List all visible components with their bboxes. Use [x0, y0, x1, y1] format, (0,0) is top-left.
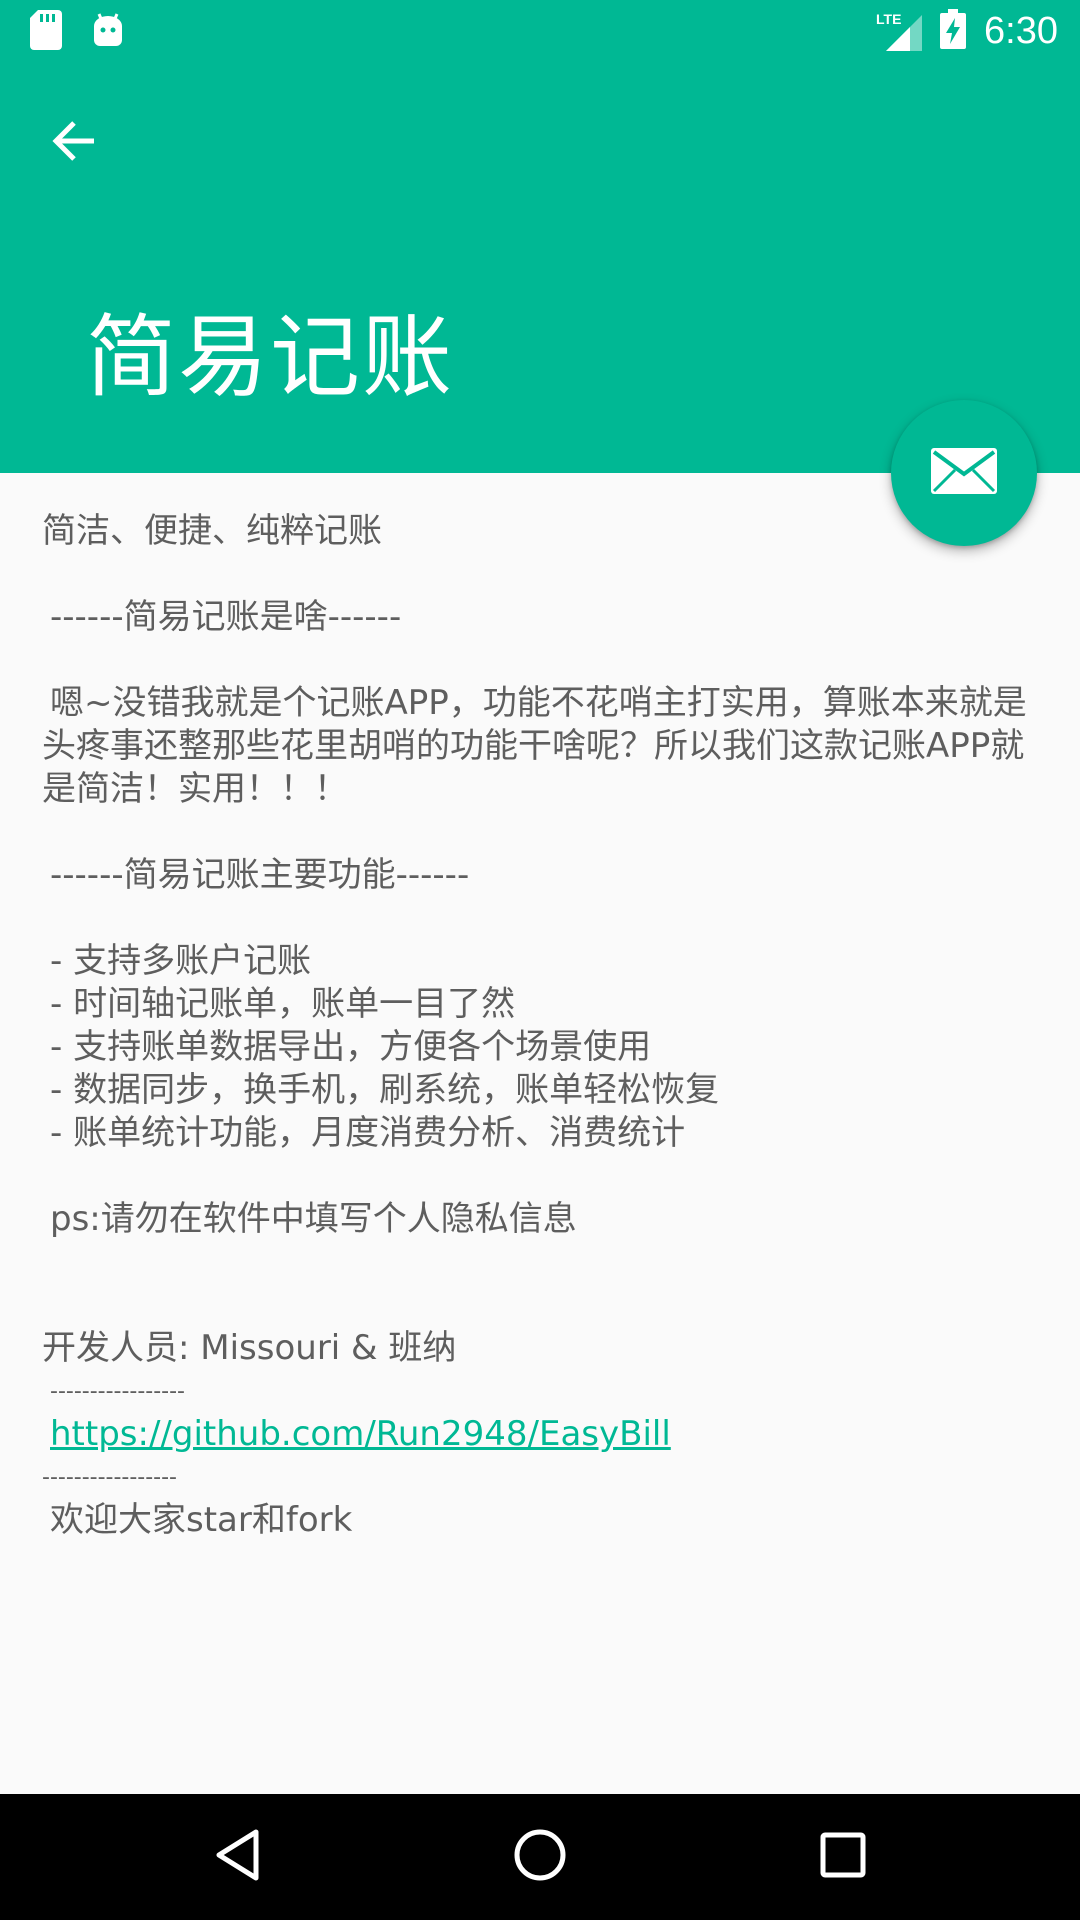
feature-item: - 账单统计功能，月度消费分析、消费统计	[50, 1113, 686, 1153]
battery-charging-icon	[940, 9, 967, 53]
developers: 开发人员: Missouri & 班纳	[42, 1328, 457, 1368]
nav-back-button[interactable]	[205, 1824, 271, 1890]
arrow-back-icon	[50, 117, 98, 169]
mail-icon	[931, 448, 997, 498]
feature-item: - 数据同步，换手机，刷系统，账单轻松恢复	[50, 1070, 720, 1110]
separator: -----------------	[50, 1379, 185, 1404]
welcome-text: 欢迎大家star和fork	[50, 1500, 353, 1540]
status-left	[30, 10, 124, 54]
nav-recents-button[interactable]	[810, 1824, 876, 1890]
feature-item: - 时间轴记账单，账单一目了然	[50, 984, 516, 1024]
tagline: 简洁、便捷、纯粹记账	[42, 511, 382, 551]
nav-home-button[interactable]	[507, 1824, 573, 1890]
about-content: 简洁、便捷、纯粹记账 ------简易记账是啥------ 嗯~没错我就是个记账…	[42, 510, 1042, 1542]
nav-back-icon	[214, 1828, 262, 1886]
feature-item: - 支持多账户记账	[50, 941, 312, 981]
section-heading-features: ------简易记账主要功能------	[50, 855, 470, 895]
nav-home-icon	[512, 1827, 568, 1887]
nav-recents-icon	[819, 1831, 867, 1883]
lte-signal-icon: LTE	[876, 11, 923, 51]
status-right: LTE 6:30	[876, 6, 1058, 56]
repo-link[interactable]: https://github.com/Run2948/EasyBill	[42, 1413, 671, 1456]
repo-link-row: https://github.com/Run2948/EasyBill	[42, 1413, 1042, 1456]
privacy-note: ps:请勿在软件中填写个人隐私信息	[50, 1199, 577, 1239]
separator: -----------------	[42, 1465, 177, 1490]
back-button[interactable]	[36, 105, 112, 181]
status-time: 6:30	[984, 10, 1058, 52]
android-icon	[92, 12, 124, 52]
sd-card-icon	[30, 10, 62, 54]
section-heading-what: ------简易记账是啥------	[50, 597, 402, 637]
status-bar: LTE 6:30	[0, 0, 1080, 63]
feature-item: - 支持账单数据导出，方便各个场景使用	[50, 1027, 652, 1067]
app-bar: 简易记账	[0, 63, 1080, 473]
system-nav-bar	[0, 1794, 1080, 1920]
page-title: 简易记账	[86, 305, 454, 410]
intro-paragraph: 嗯~没错我就是个记账APP，功能不花哨主打实用，算账本来就是头疼事还整那些花里胡…	[42, 683, 1027, 809]
